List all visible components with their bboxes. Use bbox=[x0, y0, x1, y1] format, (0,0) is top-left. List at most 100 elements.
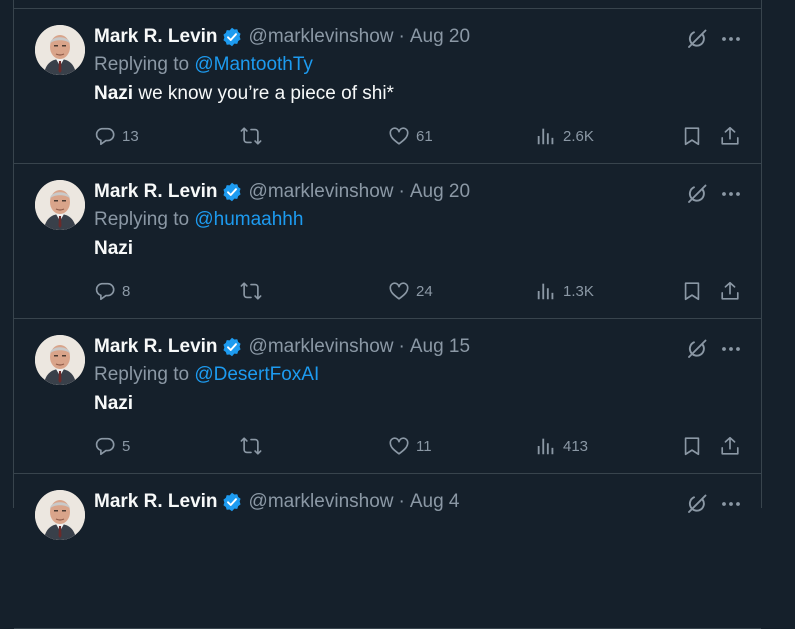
verified-badge-icon[interactable] bbox=[222, 337, 242, 357]
tweet-header: Mark R. Levin @marklevinshow · Aug 20 bbox=[94, 180, 470, 204]
replying-to-label: Replying to bbox=[94, 209, 190, 230]
retweet-button[interactable] bbox=[240, 123, 268, 149]
replying-to-line: Replying to @MantoothTy bbox=[94, 54, 313, 76]
timeline-column: Mark R. Levin @marklevinshow · Aug 20 Re… bbox=[13, 0, 762, 629]
reply-button[interactable]: 13 bbox=[94, 123, 139, 149]
reply-bubble-icon bbox=[94, 280, 116, 302]
tweet-date[interactable]: Aug 4 bbox=[410, 491, 460, 513]
reply-count: 13 bbox=[122, 127, 139, 145]
tweet-text: Nazi bbox=[94, 238, 133, 260]
retweet-button[interactable] bbox=[240, 433, 268, 459]
more-horizontal-icon[interactable] bbox=[719, 182, 743, 206]
separator-dot: · bbox=[398, 491, 405, 512]
views-button[interactable]: 413 bbox=[535, 433, 588, 459]
tweet-text-bold: Nazi bbox=[94, 83, 134, 104]
retweet-button[interactable] bbox=[240, 278, 268, 304]
like-button[interactable]: 24 bbox=[388, 278, 433, 304]
like-count: 61 bbox=[416, 127, 433, 145]
like-button[interactable]: 61 bbox=[388, 123, 433, 149]
mention-link[interactable]: @DesertFoxAI bbox=[194, 364, 319, 385]
tweet-text-bold: Nazi bbox=[94, 238, 134, 259]
views-count: 2.6K bbox=[563, 127, 594, 145]
verified-badge-icon[interactable] bbox=[222, 182, 242, 202]
avatar[interactable] bbox=[35, 25, 85, 75]
retweet-icon bbox=[240, 125, 262, 147]
mention-link[interactable]: @MantoothTy bbox=[194, 54, 313, 75]
tweet-text-rest: we know you’re a piece of shi* bbox=[133, 83, 394, 104]
more-horizontal-icon[interactable] bbox=[719, 337, 743, 361]
replying-to-line: Replying to @humaahhh bbox=[94, 209, 303, 231]
replying-to-line: Replying to @DesertFoxAI bbox=[94, 364, 319, 386]
views-bar-chart-icon bbox=[535, 280, 557, 302]
reply-bubble-icon bbox=[94, 435, 116, 457]
tweet-date[interactable]: Aug 15 bbox=[410, 336, 470, 358]
bookmark-icon bbox=[681, 125, 703, 147]
heart-icon bbox=[388, 125, 410, 147]
author-handle[interactable]: @marklevinshow bbox=[249, 26, 394, 48]
author-handle[interactable]: @marklevinshow bbox=[249, 491, 394, 513]
avatar[interactable] bbox=[35, 490, 85, 540]
share-upload-icon bbox=[719, 125, 741, 147]
verified-badge-icon[interactable] bbox=[222, 27, 242, 47]
separator-dot: · bbox=[398, 336, 405, 357]
share-upload-icon bbox=[719, 280, 741, 302]
views-bar-chart-icon bbox=[535, 125, 557, 147]
bookmark-button[interactable] bbox=[681, 278, 703, 304]
share-button[interactable] bbox=[719, 278, 741, 304]
reply-button[interactable]: 8 bbox=[94, 278, 130, 304]
replying-to-label: Replying to bbox=[94, 54, 190, 75]
tweet[interactable]: Mark R. Levin @marklevinshow · Aug 4 bbox=[14, 474, 761, 629]
grok-icon[interactable] bbox=[685, 182, 709, 206]
bookmark-icon bbox=[681, 280, 703, 302]
tweet[interactable]: Mark R. Levin @marklevinshow · Aug 20 Re… bbox=[14, 9, 761, 164]
reply-count: 5 bbox=[122, 437, 131, 455]
mention-link[interactable]: @humaahhh bbox=[194, 209, 303, 230]
author-handle[interactable]: @marklevinshow bbox=[249, 181, 394, 203]
more-horizontal-icon[interactable] bbox=[719, 27, 743, 51]
bookmark-icon bbox=[681, 435, 703, 457]
retweet-icon bbox=[240, 280, 262, 302]
more-horizontal-icon[interactable] bbox=[719, 492, 743, 516]
verified-badge-icon[interactable] bbox=[222, 492, 242, 512]
reply-bubble-icon bbox=[94, 125, 116, 147]
like-count: 24 bbox=[416, 282, 433, 300]
tweet-header: Mark R. Levin @marklevinshow · Aug 4 bbox=[94, 490, 459, 514]
bookmark-button[interactable] bbox=[681, 123, 703, 149]
views-count: 1.3K bbox=[563, 282, 594, 300]
action-bar: 8 24 1.3K bbox=[14, 278, 761, 304]
views-bar-chart-icon bbox=[535, 435, 557, 457]
share-button[interactable] bbox=[719, 123, 741, 149]
tweet[interactable]: Mark R. Levin @marklevinshow · Aug 15 Re… bbox=[14, 319, 761, 474]
grok-icon[interactable] bbox=[685, 27, 709, 51]
views-button[interactable]: 1.3K bbox=[535, 278, 594, 304]
like-button[interactable]: 11 bbox=[388, 433, 432, 459]
author-name[interactable]: Mark R. Levin bbox=[94, 336, 218, 358]
author-name[interactable]: Mark R. Levin bbox=[94, 181, 218, 203]
reply-button[interactable]: 5 bbox=[94, 433, 130, 459]
grok-icon[interactable] bbox=[685, 337, 709, 361]
views-button[interactable]: 2.6K bbox=[535, 123, 594, 149]
share-upload-icon bbox=[719, 435, 741, 457]
views-count: 413 bbox=[563, 437, 589, 455]
bookmark-button[interactable] bbox=[681, 433, 703, 459]
replying-to-label: Replying to bbox=[94, 364, 190, 385]
retweet-icon bbox=[240, 435, 262, 457]
tweet[interactable]: Mark R. Levin @marklevinshow · Aug 20 Re… bbox=[14, 164, 761, 319]
author-name[interactable]: Mark R. Levin bbox=[94, 26, 218, 48]
like-count: 11 bbox=[416, 437, 432, 455]
action-bar: 5 11 413 bbox=[14, 433, 761, 459]
tweet-header: Mark R. Levin @marklevinshow · Aug 15 bbox=[94, 335, 470, 359]
share-button[interactable] bbox=[719, 433, 741, 459]
tweet-date[interactable]: Aug 20 bbox=[410, 181, 470, 203]
author-name[interactable]: Mark R. Levin bbox=[94, 491, 218, 513]
avatar[interactable] bbox=[35, 180, 85, 230]
tweet-text-bold: Nazi bbox=[94, 393, 134, 414]
heart-icon bbox=[388, 280, 410, 302]
tweet-text: Nazi bbox=[94, 393, 133, 415]
reply-count: 8 bbox=[122, 282, 131, 300]
author-handle[interactable]: @marklevinshow bbox=[249, 336, 394, 358]
heart-icon bbox=[388, 435, 410, 457]
grok-icon[interactable] bbox=[685, 492, 709, 516]
tweet-date[interactable]: Aug 20 bbox=[410, 26, 470, 48]
avatar[interactable] bbox=[35, 335, 85, 385]
